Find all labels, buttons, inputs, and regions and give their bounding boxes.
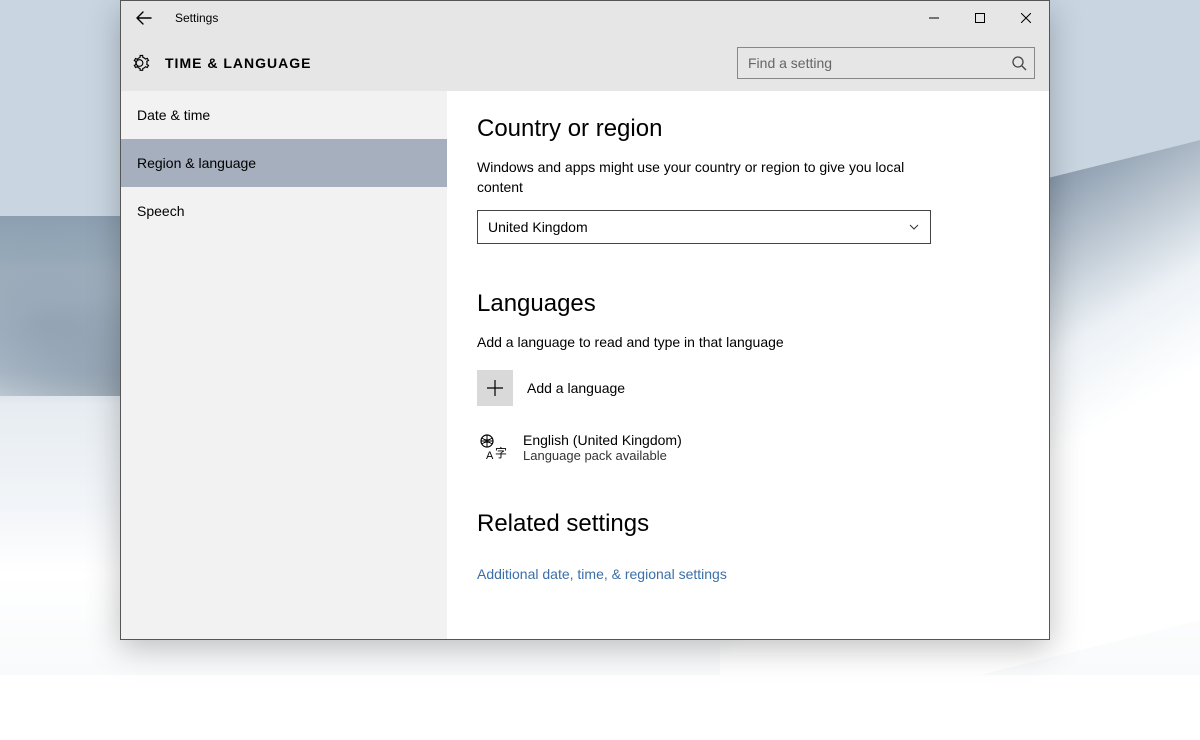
minimize-icon (929, 13, 939, 23)
search-input[interactable] (737, 47, 1035, 79)
chevron-down-icon (908, 221, 920, 233)
svg-text:A: A (486, 450, 494, 462)
window-controls (911, 1, 1049, 35)
svg-text:字: 字 (495, 445, 507, 460)
sidebar-item-label: Region & language (137, 155, 256, 171)
sidebar-item-speech[interactable]: Speech (121, 187, 447, 235)
header-bar: TIME & LANGUAGE (121, 35, 1049, 91)
maximize-icon (975, 13, 985, 23)
sidebar-item-date-time[interactable]: Date & time (121, 91, 447, 139)
language-status: Language pack available (523, 448, 682, 463)
maximize-button[interactable] (957, 1, 1003, 35)
related-heading: Related settings (477, 510, 1049, 538)
region-dropdown[interactable]: United Kingdom (477, 210, 931, 244)
sidebar-item-label: Speech (137, 203, 184, 219)
search-container (737, 47, 1035, 79)
back-arrow-icon (136, 10, 152, 26)
gear-icon (131, 52, 153, 74)
sidebar: Date & time Region & language Speech (121, 91, 447, 639)
settings-window: Settings TIME & LANGUAGE (120, 0, 1050, 640)
search-icon (1011, 55, 1027, 71)
sidebar-item-region-language[interactable]: Region & language (121, 139, 447, 187)
region-selected-value: United Kingdom (488, 219, 588, 235)
close-icon (1021, 13, 1031, 23)
page-title: TIME & LANGUAGE (165, 55, 311, 71)
body: Date & time Region & language Speech Cou… (121, 91, 1049, 639)
window-title: Settings (175, 11, 218, 25)
back-button[interactable] (121, 1, 167, 35)
language-name: English (United Kingdom) (523, 432, 682, 448)
plus-icon (477, 370, 513, 406)
language-icon: A 字 (477, 432, 509, 464)
add-language-button[interactable]: Add a language (477, 370, 1049, 406)
languages-heading: Languages (477, 290, 1049, 318)
region-description: Windows and apps might use your country … (477, 157, 937, 198)
add-language-label: Add a language (527, 380, 625, 396)
content-pane: Country or region Windows and apps might… (447, 91, 1049, 639)
language-item[interactable]: A 字 English (United Kingdom) Language pa… (477, 432, 1049, 464)
related-settings-link[interactable]: Additional date, time, & regional settin… (477, 566, 727, 582)
titlebar: Settings (121, 1, 1049, 35)
close-button[interactable] (1003, 1, 1049, 35)
sidebar-item-label: Date & time (137, 107, 210, 123)
minimize-button[interactable] (911, 1, 957, 35)
region-heading: Country or region (477, 115, 1049, 143)
languages-description: Add a language to read and type in that … (477, 332, 937, 352)
